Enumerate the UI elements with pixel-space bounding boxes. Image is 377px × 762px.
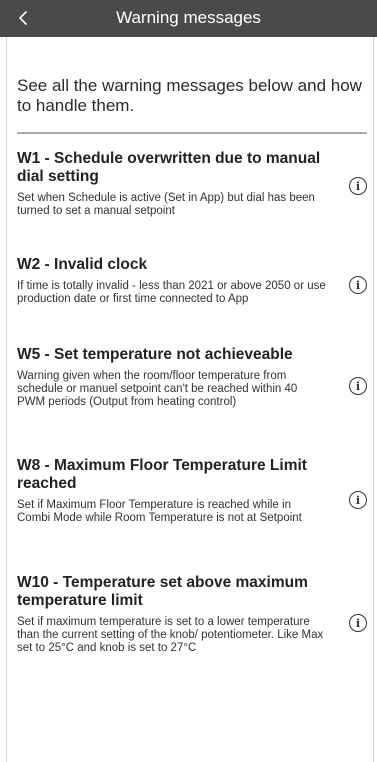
warning-item-w8: W8 - Maximum Floor Temperature Limit rea… [17,457,367,525]
right-edge-line [373,0,374,762]
warning-title: W10 - Temperature set above maximum temp… [17,574,308,609]
info-icon[interactable]: i [349,177,367,195]
warning-title: W1 - Schedule overwritten due to manual … [17,150,321,185]
warning-messages-screen: Warning messages See all the warning mes… [0,0,377,762]
warning-description: Set if maximum temperature is set to a l… [17,616,324,654]
warning-item-w1: W1 - Schedule overwritten due to manual … [17,150,367,218]
warning-description: Warning given when the room/floor temper… [17,370,298,408]
warning-description: If time is totally invalid - less than 2… [17,280,326,305]
warning-description: Set if Maximum Floor Temperature is reac… [17,499,302,524]
warning-title: W8 - Maximum Floor Temperature Limit rea… [17,457,307,492]
warning-item-w2: W2 - Invalid clock If time is totally in… [17,256,367,306]
left-edge-line [6,0,7,762]
intro-text: See all the warning messages below and h… [17,76,362,115]
header-bar: Warning messages [0,0,377,37]
info-icon[interactable]: i [349,276,367,294]
warning-item-w10: W10 - Temperature set above maximum temp… [17,574,367,655]
divider [17,132,367,134]
info-icon[interactable]: i [349,491,367,509]
info-icon[interactable]: i [349,377,367,395]
warning-title: W2 - Invalid clock [17,256,148,273]
warning-title: W5 - Set temperature not achieveable [17,346,293,363]
info-icon[interactable]: i [349,614,367,632]
warning-description: Set when Schedule is active (Set in App)… [17,192,315,217]
warning-item-w5: W5 - Set temperature not achieveable War… [17,346,367,409]
page-title: Warning messages [116,8,261,27]
